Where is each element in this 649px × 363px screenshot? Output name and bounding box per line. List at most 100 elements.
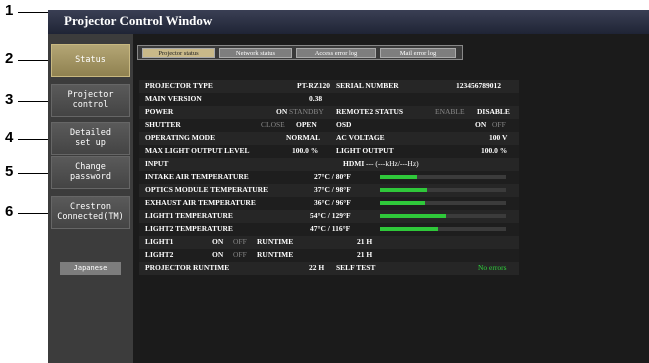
osd-on: ON (475, 120, 487, 129)
remote2-disable: DISABLE (477, 107, 510, 116)
exhaust-temp-bar (380, 201, 506, 205)
callout-2-line (18, 60, 51, 61)
callout-5-line (18, 173, 51, 174)
ac-voltage-label: AC VOLTAGE (336, 133, 385, 142)
status-row: LIGHT1 TEMPERATURE 54°C / 129°F (139, 210, 519, 223)
tab-network-status[interactable]: Network status (219, 48, 292, 58)
light2-off: OFF (233, 250, 247, 259)
light1-on: ON (212, 237, 224, 246)
light1-temp-label: LIGHT1 TEMPERATURE (145, 211, 233, 220)
sidebar-item-projector-control[interactable]: Projector control (51, 84, 130, 117)
shutter-close: CLOSE (261, 120, 285, 129)
callout-4: 4 (5, 129, 14, 146)
light1-temp-bar-fill (380, 214, 446, 218)
light2-runtime-label: RUNTIME (257, 250, 294, 259)
optics-temp-label: OPTICS MODULE TEMPERATURE (145, 185, 269, 194)
light1-label: LIGHT1 (145, 237, 174, 246)
projector-runtime-value: 22 H (309, 263, 325, 272)
projector-type-label: PROJECTOR TYPE (145, 81, 213, 90)
intake-temp-bar-fill (380, 175, 417, 179)
operating-mode-label: OPERATING MODE (145, 133, 216, 142)
main-version-value: 0.38 (309, 94, 323, 103)
callout-2: 2 (5, 50, 14, 67)
status-row: SHUTTER CLOSE OPEN OSD ON OFF (139, 119, 519, 132)
max-light-value: 100.0 % (292, 146, 319, 155)
shutter-open: OPEN (296, 120, 317, 129)
light-output-value: 100.0 % (481, 146, 508, 155)
status-row: LIGHT2 TEMPERATURE 47°C / 116°F (139, 223, 519, 236)
tab-access-error-log[interactable]: Access error log (296, 48, 376, 58)
osd-label: OSD (336, 120, 352, 129)
shutter-label: SHUTTER (145, 120, 181, 129)
callout-3: 3 (5, 91, 14, 108)
exhaust-temp-value: 36°C / 96°F (314, 198, 351, 207)
title-bar: Projector Control Window (48, 10, 649, 34)
power-label: POWER (145, 107, 174, 116)
projector-type-value: PT-RZ120 (297, 81, 331, 90)
serial-number-label: SERIAL NUMBER (336, 81, 399, 90)
operating-mode-value: NORMAL (286, 133, 321, 142)
intake-temp-bar (380, 175, 506, 179)
light1-off: OFF (233, 237, 247, 246)
callout-6-line (18, 213, 51, 214)
tab-mail-error-log[interactable]: Mail error log (380, 48, 456, 58)
light1-temp-bar (380, 214, 506, 218)
status-row: PROJECTOR TYPE PT-RZ120 SERIAL NUMBER 12… (139, 80, 519, 93)
input-label: INPUT (145, 159, 169, 168)
optics-temp-value: 37°C / 98°F (314, 185, 351, 194)
optics-temp-bar (380, 188, 506, 192)
light2-temp-label: LIGHT2 TEMPERATURE (145, 224, 233, 233)
callout-3-line (18, 101, 51, 102)
intake-temp-label: INTAKE AIR TEMPERATURE (145, 172, 249, 181)
max-light-label: MAX LIGHT OUTPUT LEVEL (145, 146, 250, 155)
power-standby: STANDBY (289, 107, 324, 116)
light1-temp-value: 54°C / 129°F (310, 211, 351, 220)
light1-runtime-label: RUNTIME (257, 237, 294, 246)
light2-temp-bar-fill (380, 227, 438, 231)
status-row: MAIN VERSION 0.38 (139, 93, 519, 106)
self-test-label: SELF TEST (336, 263, 376, 272)
status-row: INTAKE AIR TEMPERATURE 27°C / 80°F (139, 171, 519, 184)
serial-number-value: 123456789012 (456, 81, 501, 90)
status-row: INPUT HDMI --- (---kHz/---Hz) (139, 158, 519, 171)
remote2-enable: ENABLE (435, 107, 465, 116)
light2-on: ON (212, 250, 224, 259)
sidebar-item-status[interactable]: Status (51, 44, 130, 77)
status-row: LIGHT1 ON OFF RUNTIME 21 H (139, 236, 519, 249)
language-button[interactable]: Japanese (60, 262, 121, 275)
sidebar: Status Projector control Detailed set up… (48, 34, 133, 363)
callout-4-line (18, 139, 51, 140)
callout-5: 5 (5, 163, 14, 180)
sidebar-item-crestron-connected[interactable]: Crestron Connected(TM) (51, 196, 130, 229)
sidebar-item-detailed-set-up[interactable]: Detailed set up (51, 122, 130, 155)
remote2-label: REMOTE2 STATUS (336, 107, 404, 116)
exhaust-temp-label: EXHAUST AIR TEMPERATURE (145, 198, 256, 207)
light2-temp-value: 47°C / 116°F (310, 224, 351, 233)
light-output-label: LIGHT OUTPUT (336, 146, 394, 155)
status-row: EXHAUST AIR TEMPERATURE 36°C / 96°F (139, 197, 519, 210)
tab-projector-status[interactable]: Projector status (142, 48, 215, 58)
self-test-value: No errors (478, 263, 507, 272)
power-on: ON (276, 107, 288, 116)
status-row: OPERATING MODE NORMAL AC VOLTAGE 100 V (139, 132, 519, 145)
light2-temp-bar (380, 227, 506, 231)
status-row: POWER ON STANDBY REMOTE2 STATUS ENABLE D… (139, 106, 519, 119)
status-row: LIGHT2 ON OFF RUNTIME 21 H (139, 249, 519, 262)
window-title: Projector Control Window (64, 13, 213, 28)
sidebar-item-change-password[interactable]: Change password (51, 156, 130, 189)
light2-label: LIGHT2 (145, 250, 174, 259)
main-version-label: MAIN VERSION (145, 94, 202, 103)
callout-1: 1 (5, 2, 14, 19)
ac-voltage-value: 100 V (489, 133, 508, 142)
projector-runtime-label: PROJECTOR RUNTIME (145, 263, 230, 272)
callout-6: 6 (5, 203, 14, 220)
osd-off: OFF (492, 120, 506, 129)
input-value: HDMI (343, 159, 365, 168)
exhaust-temp-bar-fill (380, 201, 426, 205)
intake-temp-value: 27°C / 80°F (314, 172, 351, 181)
status-row: MAX LIGHT OUTPUT LEVEL 100.0 % LIGHT OUT… (139, 145, 519, 158)
status-row: OPTICS MODULE TEMPERATURE 37°C / 98°F (139, 184, 519, 197)
light1-runtime-value: 21 H (357, 237, 373, 246)
light2-runtime-value: 21 H (357, 250, 373, 259)
tab-bar: Projector status Network status Access e… (137, 45, 463, 60)
